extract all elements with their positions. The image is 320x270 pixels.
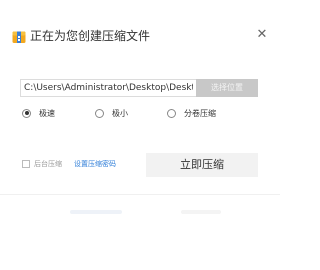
faded-reflection [0, 206, 280, 218]
radio-indicator[interactable] [167, 108, 176, 118]
radio-indicator[interactable] [95, 108, 104, 118]
radio-indicator[interactable] [22, 108, 31, 118]
save-path-input[interactable] [20, 79, 196, 97]
radio-label-split-volume: 分卷压缩 [184, 108, 216, 118]
radio-label-fastest: 极速 [39, 108, 55, 118]
radio-smallest[interactable]: 极小 [95, 106, 128, 120]
radio-fastest[interactable]: 极速 [22, 106, 55, 120]
radio-label-smallest: 极小 [112, 108, 128, 118]
choose-location-button[interactable]: 选择位置 [196, 79, 258, 97]
faded-button-shadow [181, 210, 221, 214]
title-bar: 正在为您创建压缩文件 ✕ [0, 0, 280, 43]
archive-box-icon [12, 29, 26, 43]
checkbox-box[interactable] [22, 160, 30, 168]
dialog-title: 正在为您创建压缩文件 [30, 29, 151, 43]
faded-link-shadow [70, 210, 122, 214]
set-password-link[interactable]: 设置压缩密码 [74, 158, 116, 170]
create-archive-dialog: 正在为您创建压缩文件 ✕ 选择位置 极速 极小 分卷压缩 后台压缩 设置压缩密码… [0, 0, 280, 195]
close-icon[interactable]: ✕ [255, 27, 269, 43]
compress-now-button[interactable]: 立即压缩 [146, 153, 258, 177]
radio-split-volume[interactable]: 分卷压缩 [167, 106, 216, 120]
background-compress-checkbox[interactable]: 后台压缩 [22, 159, 62, 169]
background-compress-label: 后台压缩 [34, 160, 62, 168]
